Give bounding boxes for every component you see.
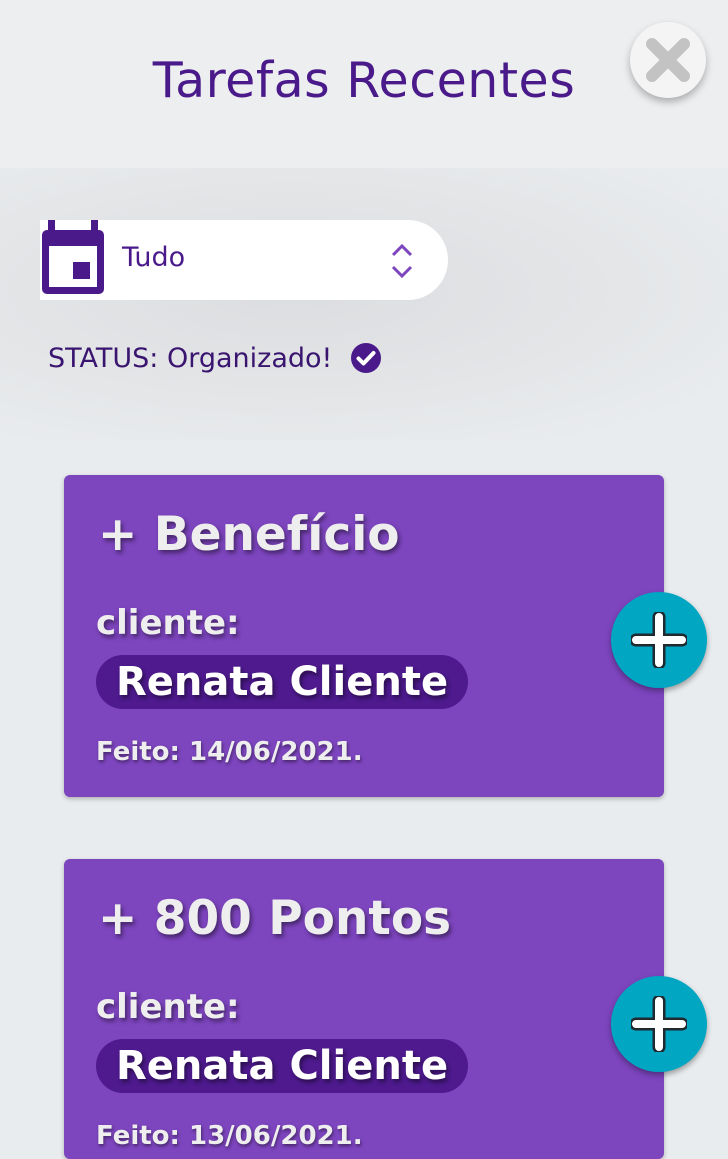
client-name: Renata Cliente [116, 1043, 449, 1089]
select-value: Tudo [122, 242, 186, 273]
plus-icon [631, 996, 687, 1052]
client-label: cliente: [96, 603, 240, 643]
client-label: cliente: [96, 987, 240, 1027]
page-title: Tarefas Recentes [152, 52, 576, 109]
task-title: + Benefício [98, 507, 400, 562]
add-task-button[interactable] [611, 976, 707, 1072]
plus-icon [631, 612, 687, 668]
period-select[interactable]: Tudo [40, 220, 448, 300]
client-name: Renata Cliente [116, 659, 449, 705]
task-card: + Benefício cliente: Renata Cliente Feit… [64, 475, 664, 797]
task-title: + 800 Pontos [98, 891, 452, 946]
filter-panel [0, 168, 728, 440]
close-button[interactable] [630, 22, 706, 98]
add-task-button[interactable] [611, 592, 707, 688]
task-date: Feito: 13/06/2021. [96, 1121, 363, 1151]
client-badge: Renata Cliente [96, 1039, 469, 1093]
task-card: + 800 Pontos cliente: Renata Cliente Fei… [64, 859, 664, 1159]
calendar-icon [42, 220, 104, 294]
close-x-icon [646, 38, 690, 82]
client-badge: Renata Cliente [96, 655, 469, 709]
status-label: STATUS: Organizado! [48, 342, 333, 374]
chevron-up-down-icon [391, 243, 413, 279]
task-date: Feito: 14/06/2021. [96, 737, 363, 767]
status-text: STATUS: Organizado! [48, 342, 382, 374]
check-circle-icon [351, 343, 382, 373]
